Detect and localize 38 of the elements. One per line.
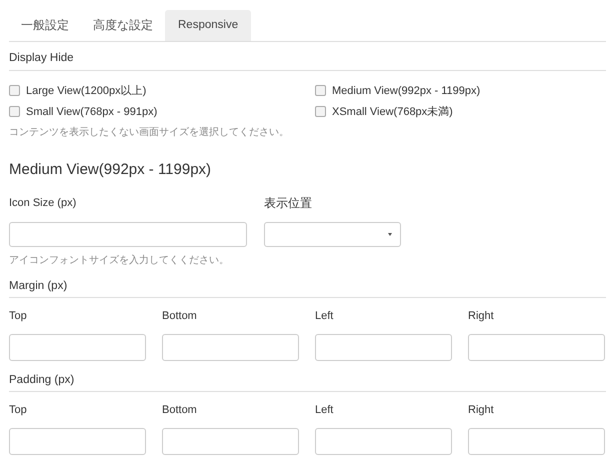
tab[interactable]: Responsive (165, 10, 252, 41)
checkbox[interactable] (9, 85, 20, 96)
view-heading: Medium View(992px - 1199px) (9, 161, 212, 178)
field-label: Right (468, 309, 495, 323)
field-label: Left (315, 309, 334, 323)
input-field[interactable] (9, 222, 247, 247)
field-label: Top (9, 403, 28, 417)
input-field[interactable] (9, 428, 146, 455)
field-label: Bottom (162, 403, 198, 417)
tab[interactable]: 一般設定 (9, 10, 81, 41)
checkbox-label: Small View(768px - 991px) (26, 106, 158, 118)
field-label: 表示位置 (264, 196, 313, 210)
input-field[interactable] (162, 428, 299, 455)
input-field[interactable] (468, 334, 605, 361)
section-title: Padding (px) (9, 374, 606, 392)
field-label: Icon Size (px) (9, 196, 78, 210)
field-label: Right (468, 403, 495, 417)
input-field[interactable] (162, 334, 299, 361)
section-title: Margin (px) (9, 280, 606, 298)
caret-icon (388, 233, 392, 236)
section-title: Display Hide (9, 52, 606, 71)
checkbox-label: Large View(1200px以上) (26, 84, 146, 98)
field-label: Bottom (162, 309, 198, 323)
checkbox[interactable] (315, 85, 326, 96)
field-label: Left (315, 403, 334, 417)
checkbox-label: XSmall View(768px未満) (332, 105, 453, 119)
tab[interactable]: 高度な設定 (81, 10, 165, 41)
help-text: アイコンフォントサイズを入力してくください。 (9, 254, 230, 267)
input-field[interactable] (315, 428, 452, 455)
input-field[interactable] (315, 334, 452, 361)
field-label: Top (9, 309, 28, 323)
checkbox-label: Medium View(992px - 1199px) (332, 84, 480, 96)
help-text: コンテンツを表示したくない画面サイズを選択してください。 (9, 126, 290, 139)
checkbox[interactable] (315, 106, 326, 117)
input-field[interactable] (9, 334, 146, 361)
checkbox[interactable] (9, 106, 20, 117)
input-field[interactable] (468, 428, 605, 455)
select-field[interactable] (264, 222, 401, 247)
